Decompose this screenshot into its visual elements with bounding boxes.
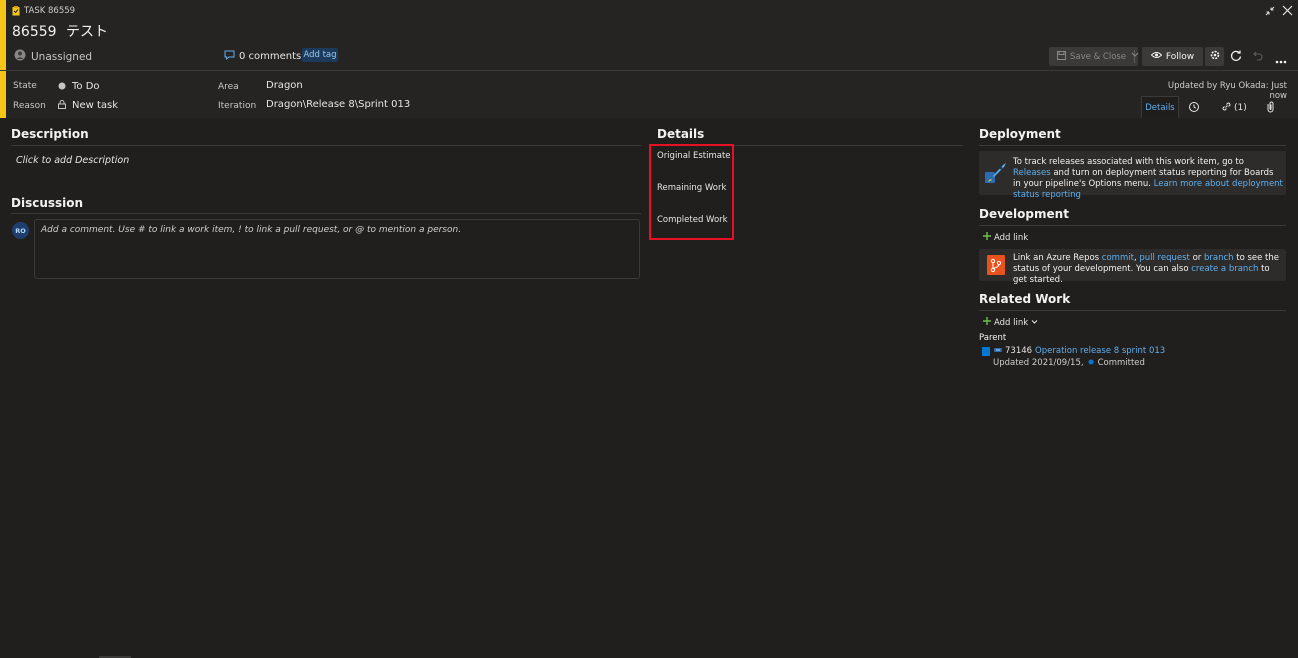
work-item-type-label: TASK 86559 bbox=[24, 5, 76, 16]
commit-link[interactable]: commit bbox=[1102, 253, 1134, 263]
details-title: Details bbox=[657, 127, 705, 141]
lock-icon bbox=[58, 99, 66, 112]
development-title: Development bbox=[979, 207, 1069, 221]
comments-label: 0 comments bbox=[239, 51, 302, 62]
description-divider bbox=[11, 145, 641, 146]
state-label: State bbox=[13, 81, 37, 91]
parent-color-indicator bbox=[982, 347, 990, 356]
development-divider bbox=[979, 225, 1286, 226]
reason-label: Reason bbox=[13, 101, 46, 111]
history-icon[interactable] bbox=[1188, 101, 1200, 116]
state-value: To Do bbox=[72, 81, 100, 92]
deployment-text: To track releases associated with this w… bbox=[1013, 157, 1283, 201]
work-item-type-badge: TASK 86559 bbox=[12, 4, 75, 17]
task-icon bbox=[12, 4, 20, 17]
related-add-link[interactable]: Add link bbox=[983, 317, 1038, 328]
area-label: Area bbox=[218, 82, 239, 92]
description-title: Description bbox=[11, 127, 89, 141]
parent-updated: Updated 2021/09/15, bbox=[993, 358, 1084, 368]
comment-placeholder: Add a comment. Use # to link a work item… bbox=[41, 225, 462, 235]
parent-meta: Updated 2021/09/15, Committed bbox=[993, 358, 1145, 368]
links-count: (1) bbox=[1234, 103, 1247, 113]
work-item-id: 86559 bbox=[12, 24, 57, 40]
repos-icon bbox=[987, 255, 1005, 275]
work-item-type-color-bar bbox=[0, 0, 6, 118]
development-text-part: or bbox=[1189, 253, 1204, 263]
reason-field[interactable]: New task bbox=[58, 99, 118, 112]
more-actions-icon[interactable] bbox=[1275, 54, 1287, 67]
create-branch-link[interactable]: create a branch bbox=[1191, 264, 1258, 274]
parent-label: Parent bbox=[979, 333, 1007, 343]
comment-input[interactable]: Add a comment. Use # to link a work item… bbox=[34, 219, 640, 279]
backlog-item-icon bbox=[994, 346, 1002, 356]
state-dot-icon bbox=[58, 80, 66, 93]
area-value[interactable]: Dragon bbox=[266, 80, 303, 91]
chevron-down-icon[interactable] bbox=[1130, 51, 1140, 62]
state-field[interactable]: To Do bbox=[58, 80, 100, 93]
add-link-label: Add link bbox=[994, 232, 1029, 243]
close-icon[interactable] bbox=[1282, 5, 1293, 19]
plus-icon bbox=[983, 232, 991, 243]
parent-id: 73146 bbox=[1005, 346, 1033, 356]
updated-by[interactable]: Updated by Ryu Okada: Just now bbox=[1160, 81, 1287, 101]
attachment-icon[interactable] bbox=[1266, 101, 1275, 116]
avatar: RO bbox=[12, 222, 29, 239]
tab-links[interactable]: (1) bbox=[1221, 101, 1247, 115]
deployment-divider bbox=[979, 145, 1286, 146]
add-link-label: Add link bbox=[994, 317, 1029, 328]
assigned-to-picker[interactable]: Unassigned bbox=[14, 49, 92, 64]
link-icon bbox=[1221, 101, 1232, 115]
deployment-text-part: To track releases associated with this w… bbox=[1013, 157, 1244, 167]
development-card: Link an Azure Repos commit, pull request… bbox=[979, 249, 1286, 285]
comments-count[interactable]: 0 comments bbox=[224, 50, 301, 63]
eye-icon bbox=[1150, 51, 1163, 62]
settings-button[interactable] bbox=[1205, 47, 1224, 66]
related-work-title: Related Work bbox=[979, 292, 1071, 306]
add-tag-button[interactable]: Add tag bbox=[302, 48, 338, 62]
parent-title-link[interactable]: Operation release 8 sprint 013 bbox=[1035, 346, 1165, 356]
branch-link[interactable]: branch bbox=[1204, 253, 1234, 263]
header-divider bbox=[0, 70, 1298, 71]
restore-icon[interactable] bbox=[1264, 5, 1276, 20]
discussion-title: Discussion bbox=[11, 196, 84, 210]
deployment-card: To track releases associated with this w… bbox=[979, 151, 1286, 200]
follow-label: Follow bbox=[1165, 51, 1195, 62]
follow-button[interactable]: Follow bbox=[1142, 47, 1203, 66]
comment-icon bbox=[224, 50, 235, 63]
original-estimate-field[interactable]: Original Estimate bbox=[657, 151, 731, 161]
development-add-link[interactable]: Add link bbox=[983, 232, 1028, 243]
iteration-value[interactable]: Dragon\Release 8\Sprint 013 bbox=[266, 99, 410, 110]
work-item-title-row: 86559 テスト bbox=[12, 21, 108, 41]
status-badge: Committed bbox=[1097, 358, 1145, 368]
assigned-to-label: Unassigned bbox=[31, 50, 93, 63]
description-editor[interactable]: Click to add Description bbox=[16, 155, 129, 166]
undo-icon[interactable] bbox=[1253, 50, 1264, 64]
related-work-divider bbox=[979, 310, 1286, 311]
avatar-icon bbox=[14, 49, 26, 64]
reason-value: New task bbox=[72, 100, 119, 111]
parent-work-item[interactable]: 73146 Operation release 8 sprint 013 bbox=[994, 346, 1165, 356]
releases-link[interactable]: Releases bbox=[1013, 168, 1051, 178]
remaining-work-field[interactable]: Remaining Work bbox=[657, 183, 726, 193]
gear-icon bbox=[1209, 49, 1221, 64]
development-text: Link an Azure Repos commit, pull request… bbox=[1013, 253, 1281, 286]
save-close-button[interactable]: Save & Close bbox=[1049, 47, 1140, 66]
plus-icon bbox=[983, 317, 991, 328]
iteration-label: Iteration bbox=[218, 101, 257, 111]
refresh-icon[interactable] bbox=[1230, 50, 1242, 65]
tab-details[interactable]: Details bbox=[1141, 96, 1179, 118]
discussion-divider bbox=[11, 213, 641, 214]
save-icon bbox=[1057, 50, 1066, 63]
save-close-label: Save & Close bbox=[1070, 51, 1127, 62]
deployment-title: Deployment bbox=[979, 127, 1061, 141]
development-text-part: Link an Azure Repos bbox=[1013, 253, 1102, 263]
work-item-title[interactable]: テスト bbox=[66, 24, 108, 40]
chevron-down-icon bbox=[1031, 318, 1038, 328]
status-dot-icon bbox=[1088, 358, 1094, 368]
pull-request-link[interactable]: pull request bbox=[1139, 253, 1190, 263]
rocket-icon bbox=[985, 162, 1007, 187]
completed-work-field[interactable]: Completed Work bbox=[657, 215, 728, 225]
